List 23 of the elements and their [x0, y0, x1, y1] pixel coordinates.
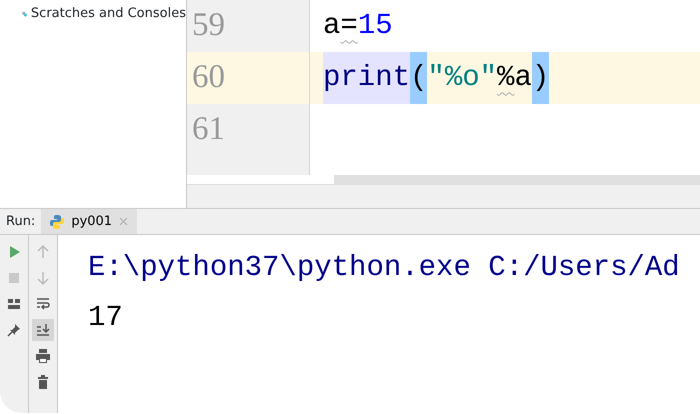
- scroll-to-end-icon: [35, 322, 51, 338]
- python-icon: [49, 214, 66, 230]
- up-arrow-icon: [35, 244, 51, 260]
- run-panel-label: Run:: [5, 212, 36, 231]
- line-number: 60: [192, 58, 225, 98]
- tool-button[interactable]: [32, 319, 54, 341]
- stop-icon: [6, 270, 22, 286]
- horizontal-scrollbar[interactable]: [334, 175, 700, 184]
- code-line: print("%o"%a): [310, 52, 550, 104]
- line-number: 59: [192, 6, 225, 46]
- pin-icon: [6, 322, 22, 338]
- line-number: 61: [192, 110, 225, 150]
- layout-icon: [6, 296, 22, 312]
- close-icon: [118, 216, 130, 227]
- down-arrow-icon: [35, 270, 51, 286]
- code-line: a=15: [322, 8, 393, 44]
- tree-item-label[interactable]: Scratches and Consoles: [30, 4, 186, 24]
- run-tab[interactable]: py001: [41, 209, 138, 234]
- soft-wrap-icon: [35, 296, 51, 312]
- printer-icon: [35, 348, 51, 364]
- trash-icon: [35, 374, 51, 390]
- console-line: E:\python37\python.exe C:/Users/Ad: [88, 250, 680, 286]
- console-line: 17: [88, 300, 124, 336]
